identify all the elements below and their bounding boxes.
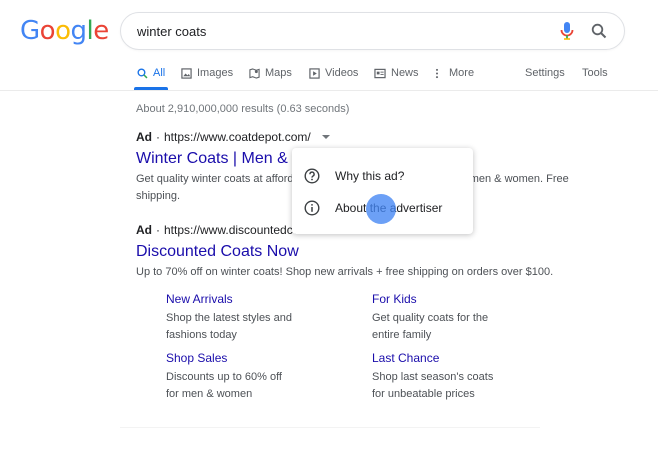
ad-badge: Ad: [136, 223, 152, 237]
sitelink: Last Chance Shop last season's coats for …: [372, 351, 562, 403]
tab-label: More: [449, 67, 475, 79]
news-icon: [374, 68, 386, 78]
sitelink: For Kids Get quality coats for the entire…: [372, 292, 562, 344]
menu-item-why-this-ad[interactable]: Why this ad?: [292, 160, 473, 192]
sitelink-title[interactable]: For Kids: [372, 292, 562, 306]
tab-news[interactable]: News: [374, 64, 419, 82]
search-tabs: All Images Maps Videos News More Setting…: [135, 64, 628, 84]
tab-label: Settings: [525, 67, 565, 79]
result-stats: About 2,910,000,000 results (0.63 second…: [136, 103, 350, 115]
ad-separator: ·: [156, 223, 160, 237]
logo-letter: l: [86, 16, 94, 46]
video-icon: [309, 67, 320, 79]
tab-label: All: [153, 67, 166, 79]
search-box[interactable]: winter coats: [120, 12, 625, 50]
ad-url[interactable]: https://www.coatdepot.com/: [164, 130, 311, 144]
tab-more[interactable]: More: [434, 64, 474, 82]
tab-settings[interactable]: Settings: [525, 64, 565, 82]
ad-title-link[interactable]: Discounted Coats Now: [136, 243, 606, 261]
ad-separator: ·: [156, 130, 160, 144]
image-icon: [181, 67, 192, 79]
ad-badge: Ad: [136, 130, 152, 144]
tab-label: Tools: [582, 67, 608, 79]
logo-letter: G: [20, 16, 40, 46]
tab-maps[interactable]: Maps: [249, 64, 292, 82]
tab-videos[interactable]: Videos: [309, 64, 358, 82]
tab-label: News: [391, 67, 419, 79]
microphone-icon[interactable]: [556, 20, 578, 42]
ad-url-line: Ad · https://www.coatdepot.com/: [136, 130, 606, 144]
touch-indicator: [366, 194, 396, 224]
menu-item-label: Why this ad?: [335, 169, 405, 183]
sitelink-desc: Shop the latest styles and fashions today: [166, 312, 292, 341]
info-circle-icon: [303, 199, 321, 217]
search-input[interactable]: winter coats: [137, 24, 556, 39]
sitelink-title[interactable]: Last Chance: [372, 351, 562, 365]
ad-description-line2: shipping.: [136, 190, 181, 202]
tab-label: Videos: [325, 67, 359, 79]
sitelink-title[interactable]: New Arrivals: [166, 292, 356, 306]
tab-all[interactable]: All: [137, 64, 165, 82]
sitelink: Shop Sales Discounts up to 60% off for me…: [166, 351, 356, 403]
search-icon[interactable]: [588, 20, 610, 42]
tab-tools[interactable]: Tools: [582, 64, 608, 82]
google-logo[interactable]: Google: [20, 16, 109, 46]
bottom-divider: [120, 427, 540, 428]
search-icon: [137, 67, 148, 79]
ad-description-left: Get quality winter coats at afford: [136, 173, 294, 185]
header-divider: [0, 90, 658, 91]
more-dots-icon: [435, 68, 439, 78]
logo-letter: e: [93, 16, 109, 46]
sitelink-desc: Discounts up to 60% off for men & women: [166, 371, 282, 400]
sitelink-title[interactable]: Shop Sales: [166, 351, 356, 365]
sitelink-desc: Shop last season's coats for unbeatable p…: [372, 371, 494, 400]
ad-description-right: r men & women. Free: [463, 173, 569, 185]
dropdown-arrow-icon[interactable]: [319, 132, 333, 142]
map-icon: [249, 67, 260, 79]
logo-letter: o: [55, 16, 71, 46]
sitelink-desc: Get quality coats for the entire family: [372, 312, 489, 341]
logo-letter: o: [39, 16, 56, 46]
ad-description: Up to 70% off on winter coats! Shop new …: [136, 266, 554, 278]
tab-label: Maps: [265, 67, 292, 79]
tab-label: Images: [197, 67, 234, 79]
logo-letter: g: [70, 16, 88, 46]
tab-images[interactable]: Images: [181, 64, 233, 82]
sitelink: New Arrivals Shop the latest styles and f…: [166, 292, 356, 344]
question-circle-icon: [303, 167, 321, 185]
